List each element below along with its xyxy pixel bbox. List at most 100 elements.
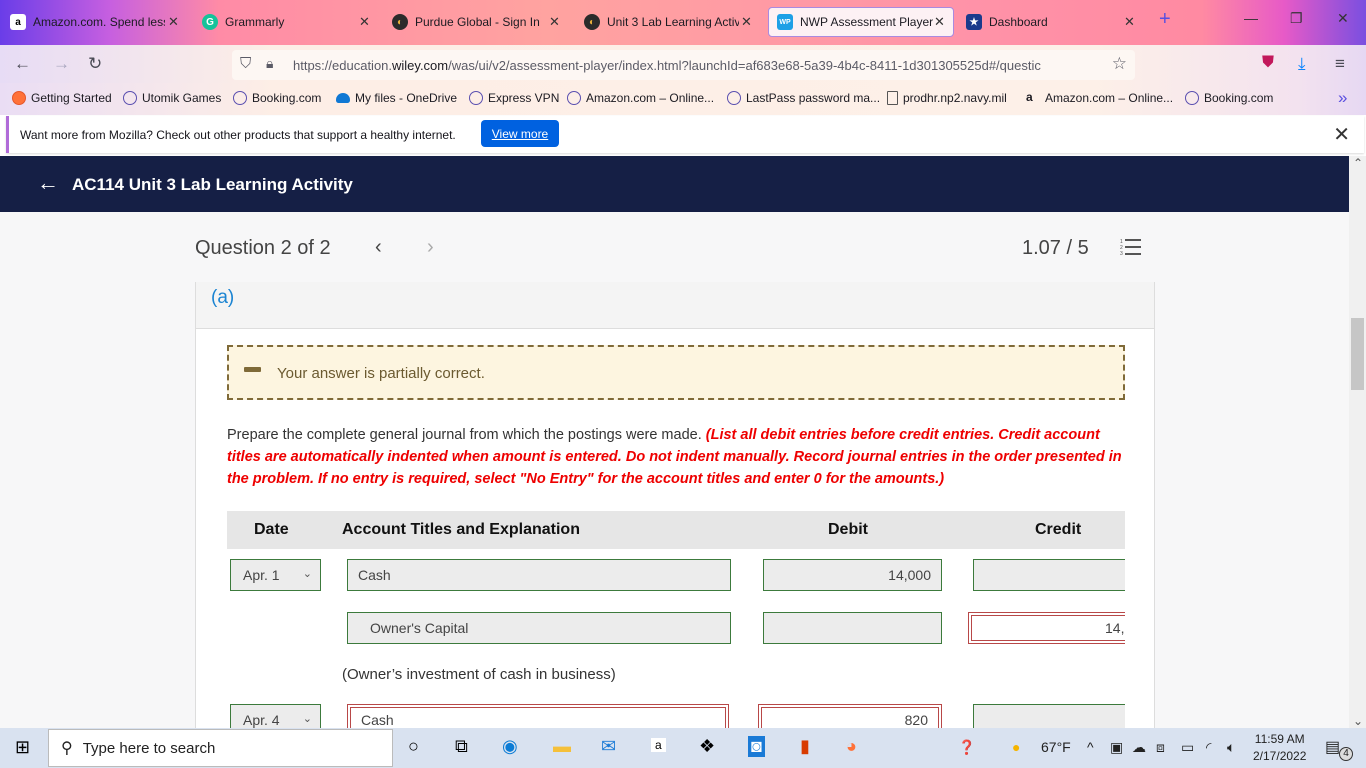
tab-dashboard[interactable]: ★ Dashboard ✕	[966, 7, 1138, 37]
url-text[interactable]: https://education.wiley.com/was/ui/v2/as…	[293, 58, 1093, 73]
credit-input[interactable]: 14,000	[968, 612, 1125, 644]
cortana-icon[interactable]: ○	[408, 736, 419, 757]
dropbox-icon[interactable]: ❖	[699, 736, 715, 757]
view-more-button[interactable]: View more	[481, 120, 559, 147]
close-tab-icon[interactable]: ✕	[549, 14, 560, 30]
weather-temp[interactable]: 67°F	[1041, 739, 1071, 755]
edge-icon[interactable]: ◉	[502, 736, 518, 757]
taskbar-search[interactable]: ⚲ Type here to search	[48, 729, 393, 767]
page-scrollbar[interactable]: ⌃ ⌄	[1349, 156, 1366, 728]
bookmark-utomik[interactable]: Utomik Games	[123, 91, 221, 105]
minimize-icon[interactable]: —	[1244, 10, 1258, 26]
tab-purdue-signin[interactable]: ◐ Purdue Global - Sign In ✕	[392, 7, 564, 37]
debit-input[interactable]: 820	[758, 704, 942, 728]
bookmark-amazon-2[interactable]: a Amazon.com – Online...	[1026, 91, 1173, 105]
close-notification-icon[interactable]: ✕	[1333, 122, 1350, 147]
bookmark-onedrive[interactable]: My files - OneDrive	[336, 91, 457, 105]
firefox-icon	[12, 91, 26, 105]
update-icon[interactable]: ⧈	[1156, 739, 1165, 756]
menu-icon[interactable]: ≡	[1335, 54, 1345, 74]
score-display: 1.07 / 5	[1022, 237, 1089, 259]
task-view-icon[interactable]: ⧉	[455, 736, 468, 757]
back-icon[interactable]: ←	[14, 54, 31, 74]
weather-icon[interactable]: ●	[1012, 739, 1020, 755]
bookmark-getting-started[interactable]: Getting Started	[12, 91, 112, 105]
onedrive-error-icon[interactable]: ☁	[1132, 739, 1146, 756]
action-center-icon[interactable]: ▤	[1325, 737, 1340, 757]
amazon-icon: a	[10, 14, 26, 30]
scroll-down-icon[interactable]: ⌄	[1353, 714, 1363, 728]
tab-grammarly[interactable]: G Grammarly ✕	[202, 7, 374, 37]
window-close-icon[interactable]: ✕	[1337, 10, 1349, 27]
volume-icon[interactable]: 🔈︎	[1227, 739, 1235, 756]
scrollbar-thumb[interactable]	[1351, 318, 1364, 390]
restore-icon[interactable]: ❐	[1290, 10, 1303, 27]
office-icon[interactable]: ▮	[800, 736, 810, 757]
file-explorer-icon[interactable]: ▬	[553, 736, 571, 757]
previous-question-icon[interactable]: ‹	[375, 236, 382, 259]
bookmark-lastpass[interactable]: LastPass password ma...	[727, 91, 880, 105]
bookmark-star-icon[interactable]: ☆	[1112, 54, 1127, 74]
close-tab-icon[interactable]: ✕	[741, 14, 752, 30]
credit-input[interactable]	[973, 704, 1125, 728]
forward-icon[interactable]: →	[53, 54, 70, 74]
scroll-up-icon[interactable]: ⌃	[1353, 156, 1363, 170]
close-tab-icon[interactable]: ✕	[934, 14, 945, 30]
debit-input[interactable]	[763, 612, 942, 644]
purdue-icon: ◐	[584, 14, 600, 30]
mail-icon[interactable]: ✉	[601, 736, 616, 757]
globe-icon	[123, 91, 137, 105]
close-tab-icon[interactable]: ✕	[359, 14, 370, 30]
amazon-taskbar-icon[interactable]: a	[651, 738, 666, 752]
wifi-icon[interactable]: ◜	[1206, 739, 1211, 756]
question-list-icon[interactable]: 123	[1120, 238, 1142, 256]
new-tab-icon[interactable]: +	[1159, 8, 1171, 31]
bookmark-expressvpn[interactable]: Express VPN	[469, 91, 559, 105]
account-input[interactable]: Owner's Capital	[347, 612, 731, 644]
close-tab-icon[interactable]: ✕	[1124, 14, 1135, 30]
help-icon[interactable]: ❓	[958, 739, 975, 756]
notification-text: Want more from Mozilla? Check out other …	[20, 128, 456, 142]
svg-text:3: 3	[1120, 251, 1123, 256]
account-input[interactable]: Cash	[347, 704, 729, 728]
show-hidden-icons[interactable]: ^	[1087, 739, 1094, 755]
question-card: (a) Your answer is partially correct. Pr…	[195, 282, 1155, 728]
downloads-icon[interactable]: ⤓	[1298, 54, 1306, 74]
tab-unit3-lab[interactable]: ◐ Unit 3 Lab Learning Activi ✕	[584, 7, 756, 37]
chevron-down-icon: ⌄	[302, 713, 312, 725]
battery-icon[interactable]: ▭	[1181, 739, 1194, 756]
meet-now-icon[interactable]: ▣	[1110, 739, 1123, 756]
lock-icon[interactable]: 🔒︎	[266, 55, 273, 72]
next-question-icon[interactable]: ›	[427, 236, 434, 259]
bookmark-prodhr[interactable]: prodhr.np2.navy.mil	[887, 91, 1007, 105]
tab-amazon[interactable]: a Amazon.com. Spend less. ✕	[10, 7, 182, 37]
reload-icon[interactable]: ↻	[88, 54, 102, 74]
page-icon	[887, 91, 898, 105]
bookmark-booking[interactable]: Booking.com	[233, 91, 321, 105]
windows-taskbar: ⊞ ⚲ Type here to search ○ ⧉ ◉ ▬ ✉ a ❖ ◙ …	[0, 728, 1366, 768]
credit-input[interactable]	[973, 559, 1125, 591]
date-select[interactable]: Apr. 4 ⌄	[230, 704, 321, 728]
pocket-icon[interactable]: ⛊	[1262, 54, 1274, 72]
notification-count-badge: 4	[1339, 747, 1353, 761]
firefox-taskbar-icon[interactable]: ◕	[846, 736, 857, 757]
grammarly-icon: G	[202, 14, 218, 30]
dashboard-icon: ★	[966, 14, 982, 30]
app-icon[interactable]: ◙	[748, 736, 765, 757]
url-bar[interactable]: ⛉ 🔒︎ https://education.wiley.com/was/ui/…	[232, 50, 1135, 80]
globe-icon	[1185, 91, 1199, 105]
debit-input[interactable]: 14,000	[763, 559, 942, 591]
globe-icon	[727, 91, 741, 105]
windows-start-icon[interactable]: ⊞	[15, 737, 30, 758]
account-input[interactable]: Cash	[347, 559, 731, 591]
tab-nwp-assessment[interactable]: WP NWP Assessment Player U ✕	[768, 7, 954, 37]
wp-icon: WP	[777, 14, 793, 30]
back-arrow-icon[interactable]: ←	[37, 170, 59, 196]
bookmark-amazon-1[interactable]: Amazon.com – Online...	[567, 91, 714, 105]
more-bookmarks-icon[interactable]: »	[1338, 88, 1347, 108]
shield-icon[interactable]: ⛉	[240, 55, 251, 72]
close-tab-icon[interactable]: ✕	[168, 14, 179, 30]
bookmark-booking-2[interactable]: Booking.com	[1185, 91, 1273, 105]
clock[interactable]: 11:59 AM 2/17/2022	[1253, 731, 1306, 765]
date-select[interactable]: Apr. 1 ⌄	[230, 559, 321, 591]
